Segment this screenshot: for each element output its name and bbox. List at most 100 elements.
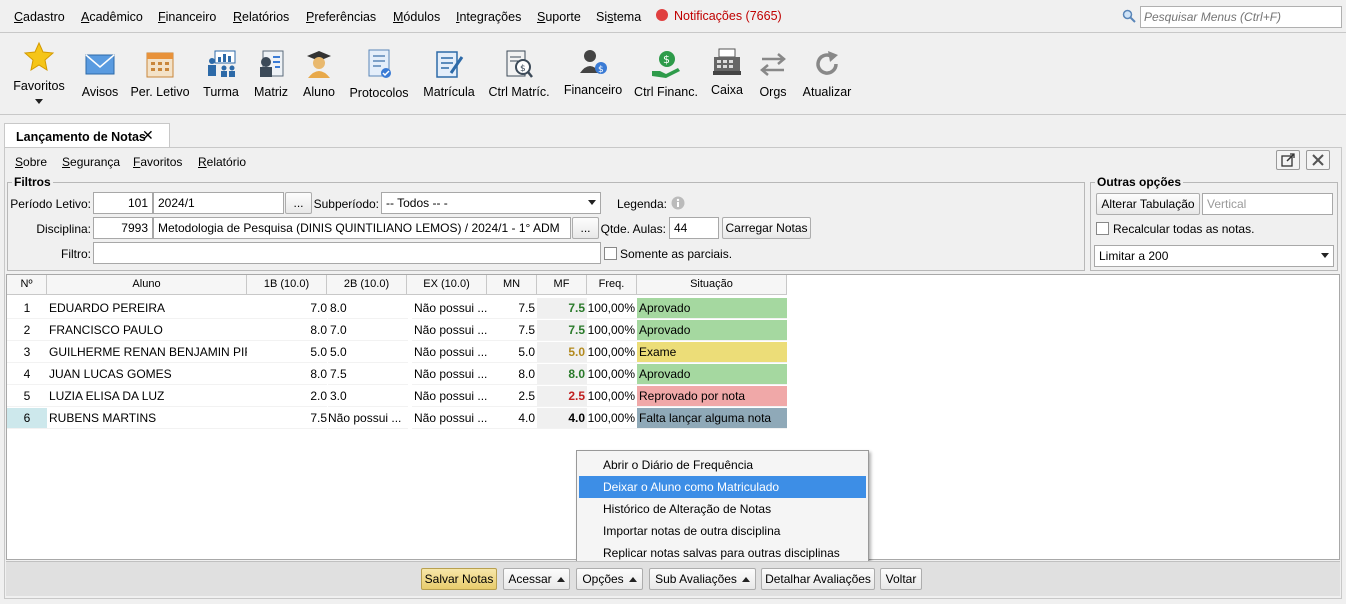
salvar-notas-button[interactable]: Salvar Notas	[421, 568, 497, 590]
cell-ex[interactable]: Não possui ...	[412, 342, 487, 363]
menu-item-importar-notas[interactable]: Importar notas de outra disciplina	[579, 520, 866, 542]
column-header-mf[interactable]: MF	[537, 275, 587, 295]
limitar-select[interactable]: Limitar a 200	[1094, 245, 1334, 267]
menu-item-abrir-diario[interactable]: Abrir o Diário de Frequência	[579, 454, 866, 476]
cell-2b[interactable]: Não possui ...	[328, 408, 408, 429]
cell-1b[interactable]: 2.0	[246, 386, 327, 407]
submenu-sobre[interactable]: Sobre	[15, 155, 47, 169]
menu-sistema[interactable]: Sistema	[596, 10, 641, 24]
menu-bar: Cadastro Acadêmico Financeiro Relatórios…	[0, 0, 1346, 33]
toolbar-label: Per. Letivo	[130, 85, 190, 99]
opcoes-button[interactable]: Opções	[576, 568, 643, 590]
cell-2b[interactable]: 5.0	[328, 342, 408, 363]
disciplina-value-field[interactable]: Metodologia de Pesquisa (DINIS QUINTILIA…	[153, 217, 571, 239]
legenda-label: Legenda:	[616, 197, 667, 211]
search-input[interactable]	[1140, 6, 1342, 28]
menu-relatorios[interactable]: Relatórios	[233, 10, 289, 24]
info-icon[interactable]	[671, 196, 685, 210]
detalhar-avaliacoes-button[interactable]: Detalhar Avaliações	[761, 568, 875, 590]
submenu-relatorio[interactable]: Relatório	[198, 155, 246, 169]
toolbar-label: Financeiro	[563, 83, 623, 97]
menu-item-deixar-matriculado[interactable]: Deixar o Aluno como Matriculado	[579, 476, 866, 498]
toolbar-atualizar[interactable]: Atualizar	[800, 33, 854, 111]
menu-financeiro[interactable]: Financeiro	[158, 10, 216, 24]
notifications-link[interactable]: Notificações (7665)	[656, 9, 782, 23]
close-icon[interactable]: ✕	[142, 127, 154, 144]
toolbar-per-letivo[interactable]: Per. Letivo	[128, 33, 192, 111]
toolbar-ctrl-matric[interactable]: $ Ctrl Matríc.	[486, 33, 552, 111]
toolbar-turma[interactable]: Turma	[200, 33, 242, 111]
periodo-code-field[interactable]: 101	[93, 192, 153, 214]
cell-2b[interactable]: 8.0	[328, 298, 408, 319]
toolbar-aluno[interactable]: Aluno	[298, 33, 340, 111]
menu-academico[interactable]: Acadêmico	[81, 10, 143, 24]
column-header-mn[interactable]: MN	[487, 275, 537, 295]
qtde-aulas-field[interactable]: 44	[669, 217, 719, 239]
cell-ex[interactable]: Não possui ...	[412, 364, 487, 385]
cell-1b[interactable]: 7.0	[246, 298, 327, 319]
cell-1b[interactable]: 5.0	[246, 342, 327, 363]
cell-2b[interactable]: 7.0	[328, 320, 408, 341]
column-header-numero[interactable]: Nº	[7, 275, 47, 295]
menu-modulos[interactable]: Módulos	[393, 10, 440, 24]
disciplina-browse-button[interactable]: ...	[572, 217, 599, 239]
toolbar-ctrl-financ[interactable]: $ Ctrl Financ.	[632, 33, 700, 111]
cell-ex[interactable]: Não possui ...	[412, 386, 487, 407]
cell-2b[interactable]: 3.0	[328, 386, 408, 407]
menu-preferencias[interactable]: Preferências	[306, 10, 376, 24]
svg-text:$: $	[663, 53, 670, 66]
alterar-tabulacao-button[interactable]: Alterar Tabulação	[1096, 193, 1200, 215]
cell-ex[interactable]: Não possui ...	[412, 298, 487, 319]
chevron-down-icon	[35, 99, 43, 104]
filtro-input[interactable]	[93, 242, 601, 264]
close-icon	[1312, 154, 1324, 166]
somente-parciais-checkbox[interactable]	[604, 247, 617, 260]
detach-window-button[interactable]	[1276, 150, 1300, 170]
cell-1b[interactable]: 8.0	[246, 364, 327, 385]
periodo-value-field[interactable]: 2024/1	[153, 192, 284, 214]
acessar-button[interactable]: Acessar	[503, 568, 570, 590]
vertical-field[interactable]: Vertical	[1202, 193, 1333, 215]
subperiodo-select[interactable]: -- Todos -- -	[381, 192, 601, 214]
bottom-action-bar: Salvar Notas Acessar Opções Sub Avaliaçõ…	[6, 561, 1340, 596]
toolbar-favoritos[interactable]: Favoritos	[10, 33, 68, 111]
column-header-freq[interactable]: Freq.	[587, 275, 637, 295]
toolbar-orgs[interactable]: Orgs	[756, 33, 790, 111]
sub-avaliacoes-label: Sub Avaliações	[655, 572, 737, 586]
submenu-favoritos[interactable]: Favoritos	[133, 155, 182, 169]
submenu-seguranca[interactable]: Segurança	[62, 155, 120, 169]
toolbar-label: Matrícula	[423, 85, 475, 99]
menu-suporte[interactable]: Suporte	[537, 10, 581, 24]
cell-ex[interactable]: Não possui ...	[412, 320, 487, 341]
cell-2b[interactable]: 7.5	[328, 364, 408, 385]
tab-lancamento-de-notas[interactable]: Lançamento de Notas ✕	[4, 123, 170, 149]
toolbar-financeiro[interactable]: $ Financeiro	[562, 33, 624, 111]
column-header-aluno[interactable]: Aluno	[47, 275, 247, 295]
voltar-button[interactable]: Voltar	[880, 568, 922, 590]
toolbar-matricula[interactable]: Matrícula	[420, 33, 478, 111]
sub-avaliacoes-button[interactable]: Sub Avaliações	[649, 568, 756, 590]
cell-1b[interactable]: 7.5	[246, 408, 327, 429]
column-header-ex[interactable]: EX (10.0)	[407, 275, 487, 295]
cell-ex[interactable]: Não possui ...	[412, 408, 487, 429]
toolbar-protocolos[interactable]: Protocolos	[348, 33, 410, 111]
column-header-1b[interactable]: 1B (10.0)	[247, 275, 327, 295]
toolbar-label: Atualizar	[802, 85, 852, 99]
menu-cadastro[interactable]: Cadastro	[14, 10, 65, 24]
menu-integracoes[interactable]: Integrações	[456, 10, 521, 24]
cell-numero: 1	[7, 298, 47, 319]
menu-item-historico-notas[interactable]: Histórico de Alteração de Notas	[579, 498, 866, 520]
chevron-down-icon	[1321, 253, 1329, 258]
periodo-browse-button[interactable]: ...	[285, 192, 312, 214]
cell-1b[interactable]: 8.0	[246, 320, 327, 341]
toolbar-caixa[interactable]: Caixa	[708, 33, 746, 111]
toolbar-matriz[interactable]: Matriz	[250, 33, 292, 111]
column-header-2b[interactable]: 2B (10.0)	[327, 275, 407, 295]
recalcular-checkbox[interactable]	[1096, 222, 1109, 235]
svg-text:$: $	[598, 65, 604, 75]
column-header-situacao[interactable]: Situação	[637, 275, 787, 295]
carregar-notas-button[interactable]: Carregar Notas	[722, 217, 811, 239]
disciplina-code-field[interactable]: 7993	[93, 217, 153, 239]
toolbar-avisos[interactable]: Avisos	[78, 33, 122, 111]
close-window-button[interactable]	[1306, 150, 1330, 170]
